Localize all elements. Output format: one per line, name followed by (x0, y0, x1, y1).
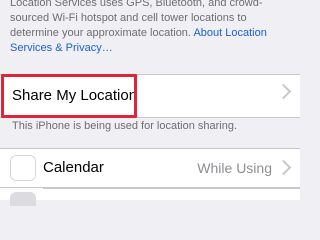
services-privacy-link[interactable]: Services & Privacy… (10, 42, 113, 54)
chevron-right-icon (275, 83, 292, 100)
app-permission-value: While Using (197, 160, 272, 176)
about-location-link[interactable]: About Location (193, 27, 266, 39)
row-separator (43, 188, 300, 189)
app-row-calendar[interactable]: Calendar While Using (0, 148, 300, 188)
description-line-2: sourced Wi-Fi hotspot and cell tower loc… (10, 12, 247, 24)
chevron-right-icon (275, 159, 292, 176)
app-icon (10, 192, 36, 206)
share-note: This iPhone is being used for location s… (12, 120, 238, 132)
app-label: Calendar (43, 159, 104, 176)
description-line-1: Location Services uses GPS, Bluetooth, a… (10, 0, 263, 9)
highlight-box (1, 74, 137, 118)
description-line-3: determine your approximate location. (10, 27, 194, 39)
calendar-icon (10, 155, 36, 181)
location-services-description: Location Services uses GPS, Bluetooth, a… (10, 0, 296, 56)
next-app-row[interactable] (0, 188, 300, 206)
